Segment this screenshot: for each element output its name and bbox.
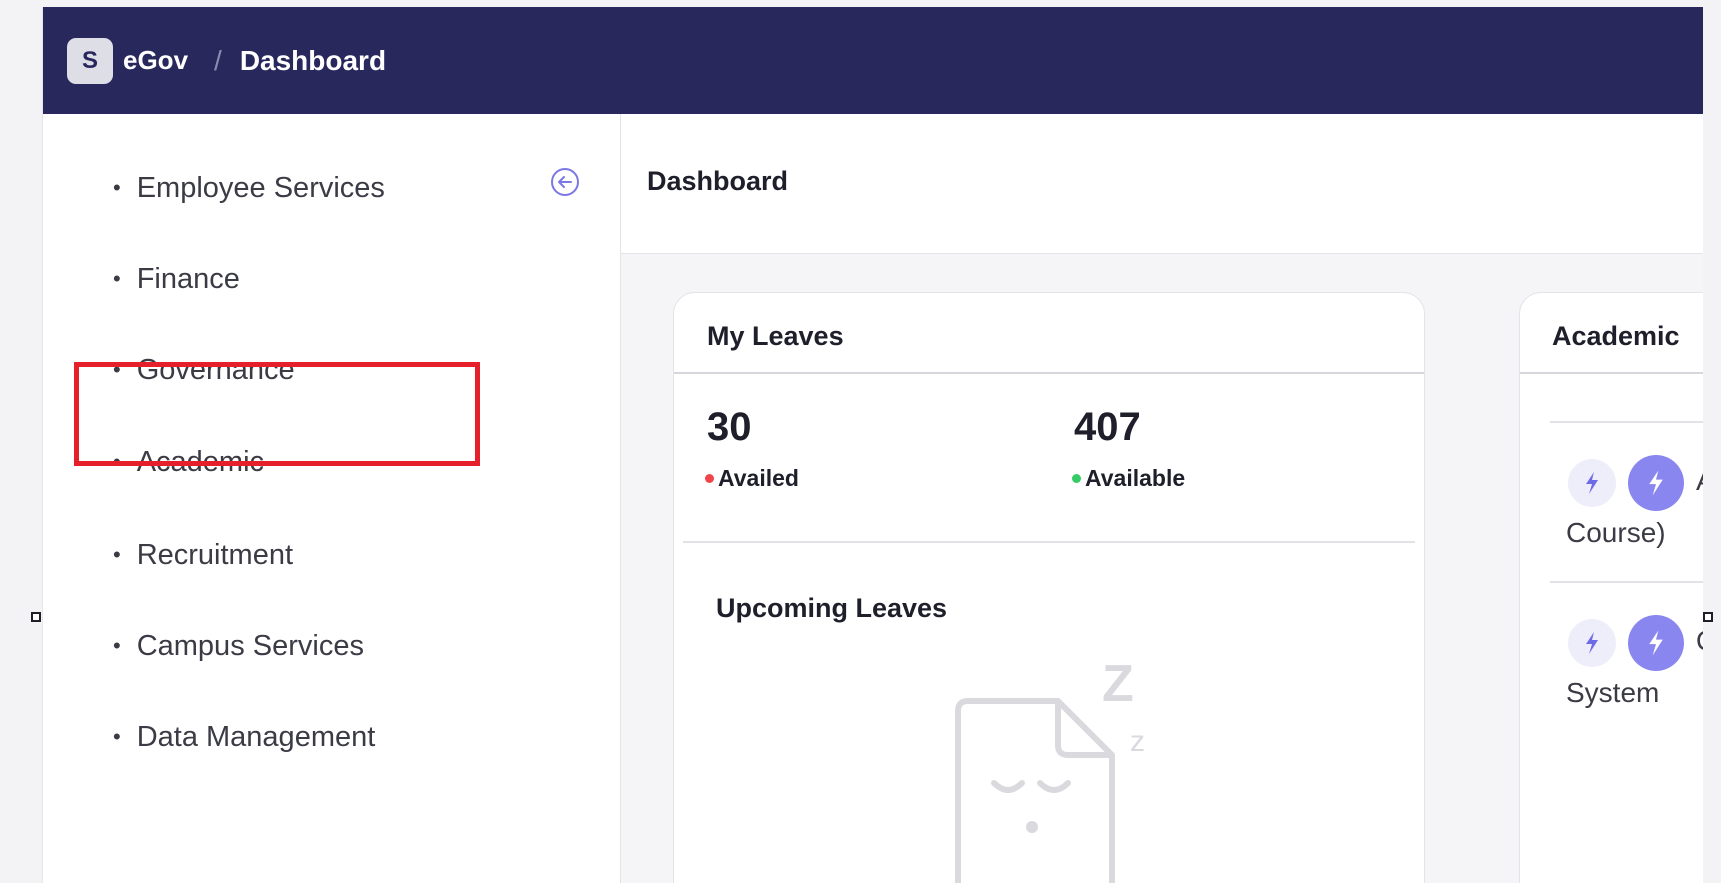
lightning-bolt-icon[interactable] <box>1568 459 1616 507</box>
logo-letter: S <box>81 46 98 74</box>
sidebar-item-label: Data Management <box>136 720 376 753</box>
breadcrumb-separator: / <box>214 44 222 76</box>
sleeping-document-icon: Z z <box>955 661 1145 883</box>
academic-item-title-cont[interactable]: Course) <box>1566 517 1666 549</box>
divider <box>683 541 1415 543</box>
resize-handle-left[interactable] <box>31 612 41 622</box>
available-label: Available <box>1072 465 1185 492</box>
divider <box>1550 581 1703 583</box>
bullet: • <box>113 266 121 291</box>
svg-text:Z: Z <box>1102 661 1134 713</box>
divider <box>1550 421 1703 423</box>
card-title: Academic <box>1552 321 1680 351</box>
my-leaves-card: My Leaves 30 Availed 407 Available Upcom… <box>673 292 1425 883</box>
sidebar-item-data-management[interactable]: • Data Management <box>113 717 493 757</box>
app-window: S eGov / Dashboard • Employee Services •… <box>42 7 1703 883</box>
sidebar-item-label: Employee Services <box>136 171 385 204</box>
sidebar-item-label: Finance <box>136 262 240 295</box>
sidebar-item-finance[interactable]: • Finance <box>113 259 493 299</box>
available-count: 407 <box>1074 405 1141 449</box>
svg-text:z: z <box>1130 725 1145 758</box>
resize-handle-right[interactable] <box>1703 612 1713 622</box>
breadcrumb-current: Dashboard <box>239 44 387 76</box>
sidebar-item-label: Campus Services <box>136 629 364 662</box>
availed-count: 30 <box>707 405 752 449</box>
availed-label-text: Availed <box>718 465 799 491</box>
bullet: • <box>113 633 121 658</box>
highlight-box <box>74 362 480 466</box>
bullet: • <box>113 724 121 749</box>
sidebar-item-label: Recruitment <box>136 538 294 571</box>
availed-label: Availed <box>705 465 799 492</box>
lightning-bolt-icon[interactable] <box>1568 619 1616 667</box>
academic-item-title-cont[interactable]: System <box>1566 677 1659 709</box>
brand-name[interactable]: eGov <box>123 45 188 76</box>
available-label-text: Available <box>1085 465 1186 491</box>
sidebar: • Employee Services • Finance • Governan… <box>43 114 621 883</box>
bullet: • <box>113 175 121 200</box>
sidebar-item-campus-services[interactable]: • Campus Services <box>113 626 493 666</box>
main-header: Dashboard <box>621 114 1703 254</box>
academic-item-title[interactable]: As <box>1696 465 1703 497</box>
sidebar-item-recruitment[interactable]: • Recruitment <box>113 535 493 575</box>
arrow-left-circle-icon[interactable] <box>549 166 581 198</box>
lightning-bolt-icon[interactable] <box>1628 615 1684 671</box>
academic-card: Academic As Course) Qu System <box>1519 292 1703 883</box>
card-title: My Leaves <box>707 321 844 351</box>
available-dot <box>1072 474 1081 483</box>
divider <box>1520 372 1703 374</box>
page-title: Dashboard <box>647 166 789 196</box>
lightning-bolt-icon[interactable] <box>1628 455 1684 511</box>
logo[interactable]: S <box>67 37 113 84</box>
upcoming-leaves-title: Upcoming Leaves <box>716 593 948 623</box>
sidebar-item-employee-services[interactable]: • Employee Services <box>113 168 493 208</box>
divider <box>674 372 1424 374</box>
main-content: Dashboard My Leaves 30 Availed 407 Avail… <box>621 114 1703 883</box>
top-bar: S eGov / Dashboard <box>43 7 1703 114</box>
bullet: • <box>113 542 121 567</box>
availed-dot <box>705 474 714 483</box>
academic-item-title[interactable]: Qu <box>1696 625 1703 657</box>
